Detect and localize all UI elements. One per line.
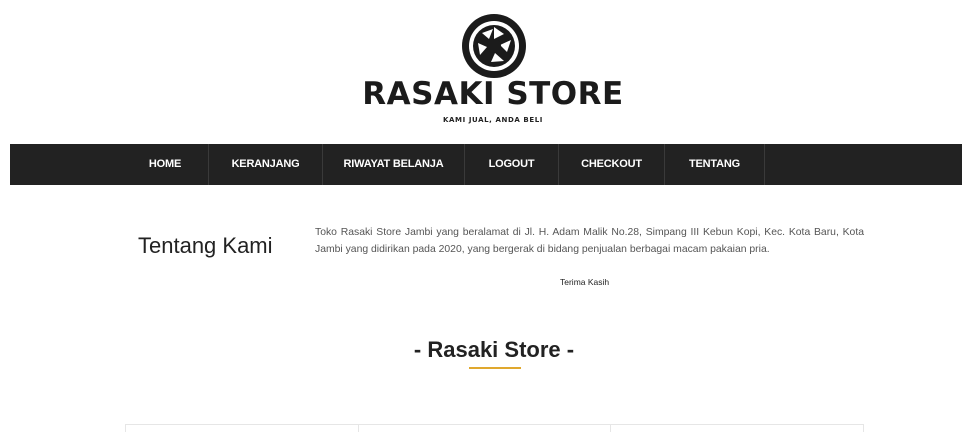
site-header: RASAKI STORE KAMI JUAL, ANDA BELI <box>0 0 962 140</box>
page: RASAKI STORE KAMI JUAL, ANDA BELI HOME K… <box>0 0 962 432</box>
nav-item-riwayat-belanja[interactable]: RIWAYAT BELANJA <box>323 144 464 185</box>
nav-item-home[interactable]: HOME <box>135 144 195 185</box>
main-nav: HOME KERANJANG RIWAYAT BELANJA LOGOUT CH… <box>10 144 962 185</box>
nav-item-keranjang[interactable]: KERANJANG <box>209 144 322 185</box>
product-card[interactable] <box>125 424 359 432</box>
camera-aperture-icon[interactable] <box>460 12 528 80</box>
heading-underline <box>469 367 521 369</box>
brand-name[interactable]: RASAKI STORE <box>0 76 962 112</box>
about-title: Tentang Kami <box>138 233 273 258</box>
product-card[interactable] <box>358 424 611 432</box>
nav-item-checkout[interactable]: CHECKOUT <box>559 144 664 185</box>
section-heading: - Rasaki Store - <box>413 337 575 362</box>
about-description: Toko Rasaki Store Jambi yang beralamat d… <box>315 227 864 255</box>
nav-divider <box>764 144 765 185</box>
brand-tagline: KAMI JUAL, ANDA BELI <box>442 116 544 124</box>
nav-item-tentang[interactable]: TENTANG <box>665 144 764 185</box>
nav-item-logout[interactable]: LOGOUT <box>465 144 558 185</box>
about-thanks: Terima Kasih <box>560 277 610 287</box>
product-card[interactable] <box>610 424 864 432</box>
